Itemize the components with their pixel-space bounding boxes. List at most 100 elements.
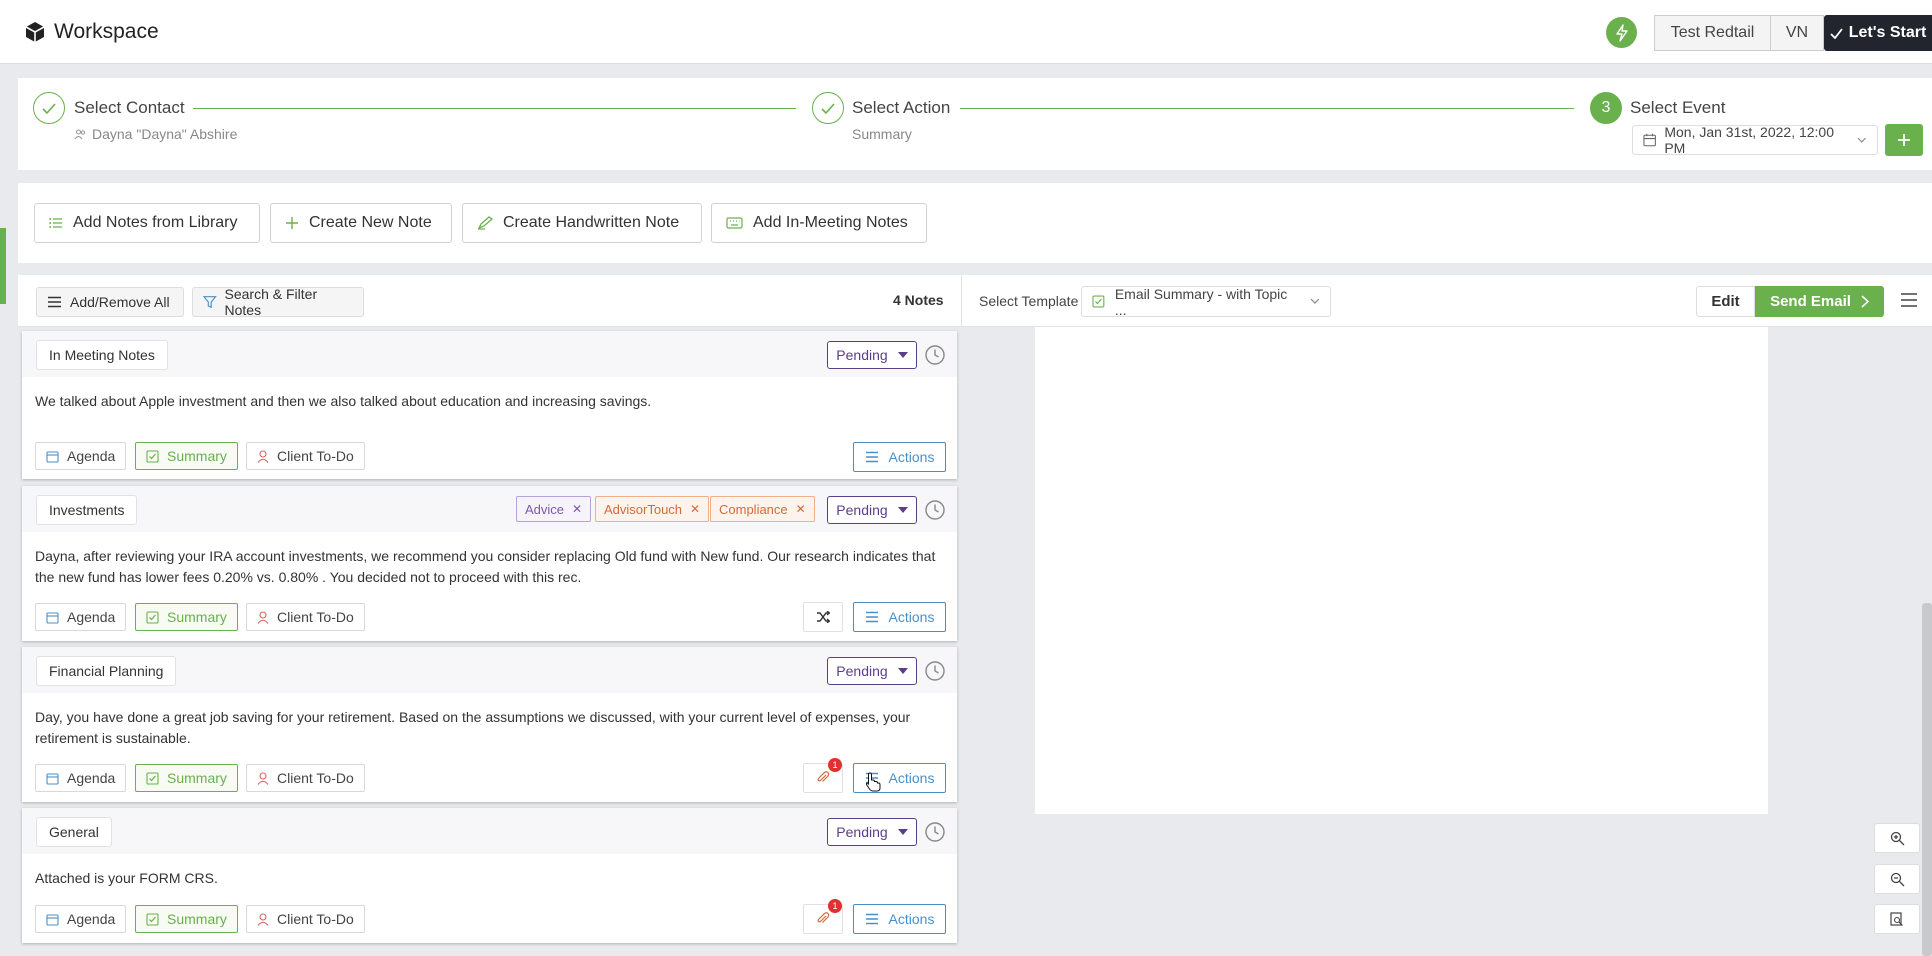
step-connector (193, 108, 796, 109)
history-icon[interactable] (924, 499, 946, 521)
email-preview-page[interactable] (1035, 327, 1768, 814)
status-dropdown[interactable]: Pending (827, 341, 917, 369)
send-email-label: Send Email (1770, 293, 1851, 310)
add-notes-library-button[interactable]: Add Notes from Library (34, 203, 260, 243)
agenda-chip[interactable]: Agenda (35, 764, 127, 792)
summary-chip[interactable]: Summary (135, 905, 238, 933)
status-dropdown[interactable]: Pending (827, 496, 917, 524)
step-3-number[interactable]: 3 (1590, 92, 1622, 124)
client-todo-label: Client To-Do (277, 448, 354, 464)
fit-page-button[interactable] (1874, 904, 1920, 934)
close-icon[interactable]: ✕ (690, 502, 700, 516)
cube-icon (25, 22, 45, 42)
status-dropdown[interactable]: Pending (827, 818, 917, 846)
zoom-in-button[interactable] (1874, 823, 1920, 853)
step-1-check[interactable] (33, 92, 65, 124)
app-logo[interactable]: Workspace (24, 20, 159, 44)
actions-button[interactable]: Actions (853, 602, 946, 632)
actions-label: Actions (888, 449, 935, 465)
caret-down-icon (897, 668, 908, 674)
actions-label: Actions (888, 770, 935, 786)
note-title[interactable]: General (36, 817, 112, 847)
history-icon[interactable] (924, 344, 946, 366)
note-title[interactable]: In Meeting Notes (36, 340, 168, 370)
client-todo-chip[interactable]: Client To-Do (246, 442, 365, 470)
client-todo-label: Client To-Do (277, 770, 354, 786)
summary-chip[interactable]: Summary (135, 603, 238, 631)
note-body[interactable]: Attached is your FORM CRS. (35, 868, 945, 889)
note-title[interactable]: Investments (36, 495, 138, 525)
step-2-check[interactable] (812, 92, 844, 124)
contact-name: Dayna "Dayna" Abshire (92, 126, 238, 142)
app-header (0, 0, 1932, 64)
shuffle-icon (817, 611, 830, 623)
add-event-button[interactable] (1885, 124, 1923, 156)
history-icon[interactable] (924, 660, 946, 682)
status-dropdown[interactable]: Pending (827, 657, 917, 685)
step-3-title[interactable]: Select Event (1630, 98, 1725, 118)
add-in-meeting-notes-button[interactable]: Add In-Meeting Notes (711, 203, 927, 243)
tag-compliance[interactable]: Compliance ✕ (710, 496, 815, 522)
search-filter-notes-label: Search & Filter Notes (224, 286, 318, 318)
attachments-button[interactable]: 1 (803, 758, 843, 793)
chevron-down-icon (1858, 137, 1867, 143)
note-body[interactable]: Day, you have done a great job saving fo… (35, 707, 945, 749)
tag-advisortouch[interactable]: AdvisorTouch ✕ (595, 496, 710, 522)
actions-label: Actions (888, 911, 935, 927)
hamburger-icon (1901, 293, 1917, 307)
person-icon (257, 610, 269, 624)
calendar-icon (46, 450, 59, 463)
search-filter-notes-button[interactable]: Search & Filter Notes (192, 286, 364, 318)
status-label: Pending (836, 824, 888, 840)
agenda-chip[interactable]: Agenda (35, 442, 127, 470)
actions-button[interactable]: Actions (853, 442, 946, 472)
zoom-out-button[interactable] (1874, 864, 1920, 894)
history-icon[interactable] (924, 821, 946, 843)
add-remove-all-button[interactable]: Add/Remove All (36, 287, 184, 317)
panel-divider (961, 275, 962, 327)
step-2-action: Summary (852, 126, 912, 142)
note-body[interactable]: Dayna, after reviewing your IRA account … (35, 546, 945, 588)
calendar-icon (46, 772, 59, 785)
user-name-button[interactable]: Test Redtail (1654, 15, 1771, 51)
filter-icon (203, 296, 217, 309)
create-new-note-button[interactable]: Create New Note (270, 203, 452, 243)
notes-count: 4 Notes (893, 292, 944, 308)
summary-chip[interactable]: Summary (135, 764, 238, 792)
note-title[interactable]: Financial Planning (36, 656, 177, 686)
checkbox-icon (146, 912, 159, 926)
step-1-title[interactable]: Select Contact (74, 98, 185, 118)
note-body[interactable]: We talked about Apple investment and the… (35, 391, 945, 412)
check-icon (1830, 27, 1843, 39)
agenda-chip[interactable]: Agenda (35, 603, 127, 631)
shuffle-button[interactable] (803, 602, 843, 632)
lets-start-button[interactable]: Let's Start (1824, 15, 1932, 51)
client-todo-chip[interactable]: Client To-Do (246, 905, 365, 933)
more-menu-button[interactable] (1900, 292, 1918, 308)
mouse-cursor-icon (865, 772, 881, 792)
attachments-button[interactable]: 1 (803, 899, 843, 934)
actions-button[interactable]: Actions (853, 904, 946, 934)
summary-chip[interactable]: Summary (135, 442, 238, 470)
calendar-icon (1643, 133, 1656, 147)
scrollbar-thumb[interactable] (1922, 603, 1932, 956)
checkbox-icon (146, 610, 159, 624)
event-date-select[interactable]: Mon, Jan 31st, 2022, 12:00 PM (1632, 124, 1878, 156)
template-select[interactable]: Email Summary - with Topic ... (1081, 286, 1331, 318)
summary-label: Summary (167, 448, 227, 464)
keyboard-icon (726, 217, 743, 229)
actions-label: Actions (888, 609, 935, 625)
client-todo-chip[interactable]: Client To-Do (246, 764, 365, 792)
close-icon[interactable]: ✕ (572, 502, 582, 516)
client-todo-chip[interactable]: Client To-Do (246, 603, 365, 631)
send-email-button[interactable]: Send Email (1755, 286, 1884, 317)
user-initials-button[interactable]: VN (1770, 15, 1824, 51)
create-handwritten-note-button[interactable]: Create Handwritten Note (462, 203, 702, 243)
tag-advice[interactable]: Advice ✕ (516, 496, 592, 522)
step-2-title[interactable]: Select Action (852, 98, 950, 118)
agenda-chip[interactable]: Agenda (35, 905, 127, 933)
left-accent-bar (0, 228, 6, 304)
activity-button[interactable] (1606, 17, 1637, 48)
edit-button[interactable]: Edit (1696, 286, 1755, 317)
close-icon[interactable]: ✕ (796, 502, 806, 516)
